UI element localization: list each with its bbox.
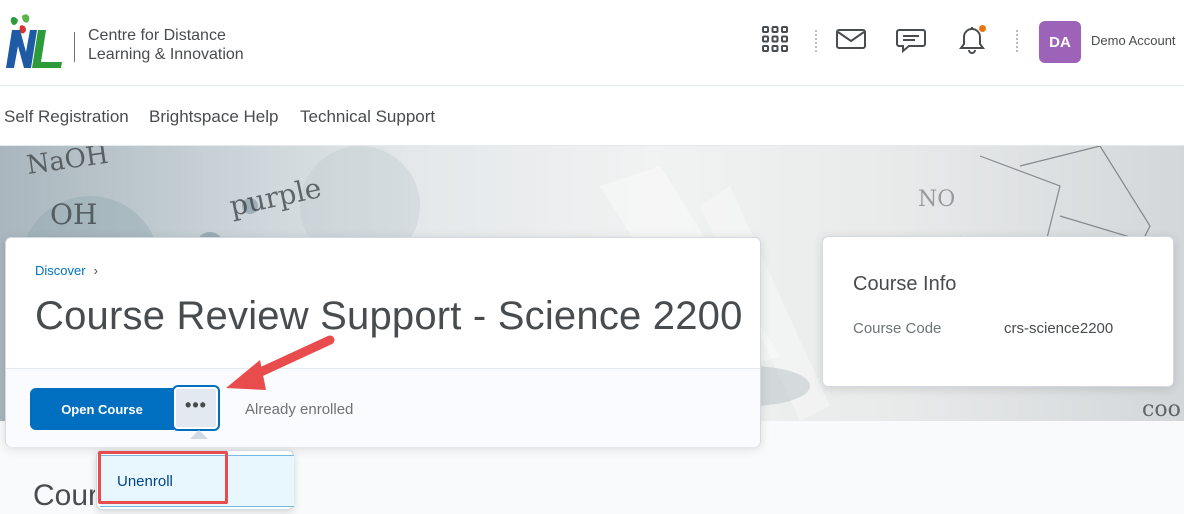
annotation-arrow-icon [226, 335, 335, 390]
dropdown-caret [190, 430, 208, 439]
course-code-label: Course Code [853, 320, 942, 337]
chevron-right-icon: › [93, 263, 98, 278]
course-card: Discover › Course Review Support - Scien… [5, 237, 761, 447]
navbar: Self Registration Brightspace Help Techn… [0, 86, 1184, 146]
nav-link-brightspace-help[interactable]: Brightspace Help [149, 107, 278, 127]
page-title: Course Review Support - Science 2200 [35, 294, 743, 338]
banner-note-no: NO [918, 187, 955, 212]
org-name-line1: Centre for Distance [88, 27, 226, 44]
top-header: Centre for Distance Learning & Innovatio… [0, 0, 1184, 86]
breadcrumb-link-discover[interactable]: Discover [35, 263, 86, 278]
header-separator [815, 30, 817, 52]
unenroll-menu-item[interactable]: Unenroll [100, 455, 294, 507]
nav-link-technical-support[interactable]: Technical Support [300, 107, 435, 127]
banner-note-naoh: NaOH [25, 146, 111, 181]
course-info-title: Course Info [853, 273, 957, 295]
account-name[interactable]: Demo Account [1091, 33, 1176, 48]
enrollment-status: Already enrolled [245, 401, 354, 418]
nav-link-self-registration[interactable]: Self Registration [4, 107, 129, 127]
mail-icon[interactable] [834, 22, 868, 56]
more-options-button[interactable]: ••• [172, 385, 220, 431]
more-options-menu: Unenroll [96, 450, 294, 510]
course-info-card: Course Info Course Code crs-science2200 [822, 236, 1174, 387]
course-code-value: crs-science2200 [1004, 320, 1114, 337]
breadcrumb: Discover › [35, 263, 98, 278]
banner-note-oh: OH [50, 198, 97, 231]
section-heading: Course [33, 479, 95, 512]
org-name[interactable]: Centre for Distance Learning & Innovatio… [88, 26, 244, 64]
more-options-icon: ••• [185, 395, 207, 415]
grid-icon[interactable] [758, 22, 792, 56]
banner-note-coo: coo [1142, 397, 1181, 421]
avatar[interactable]: DA [1039, 21, 1081, 63]
chat-icon[interactable] [894, 22, 928, 56]
org-name-line2: Learning & Innovation [88, 46, 244, 63]
header-separator [1016, 30, 1018, 52]
open-course-button[interactable]: Open Course [30, 388, 174, 430]
logo-divider [74, 32, 75, 62]
bell-icon[interactable] [955, 22, 989, 56]
nl-logo[interactable] [4, 12, 66, 72]
course-action-bar: Open Course ••• Already enrolled [6, 368, 760, 447]
notification-dot [978, 24, 987, 33]
